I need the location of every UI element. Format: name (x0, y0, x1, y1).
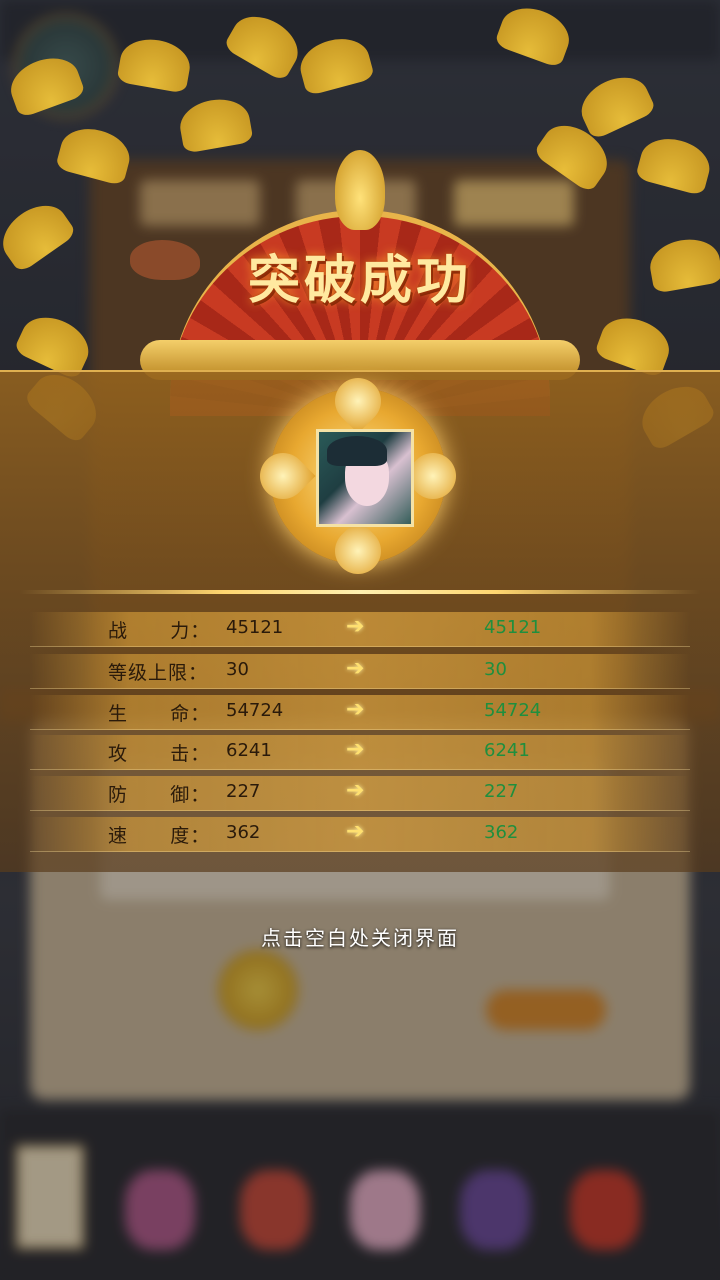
divider-glow (20, 590, 700, 594)
stat-new-value: 45121 (484, 617, 542, 638)
arrow-right-icon: ➔ (346, 656, 365, 681)
stat-label: 防 御： (108, 784, 211, 806)
stat-label: 生 命： (108, 703, 211, 725)
breakthrough-title: 突破成功 (247, 250, 472, 311)
stat-label: 攻 击： (108, 743, 211, 765)
close-hint: 点击空白处关闭界面 (261, 926, 459, 950)
arrow-right-icon: ➔ (346, 819, 365, 844)
arrow-right-icon: ➔ (346, 614, 365, 639)
stat-row: 战 力： 45121 ➔ 45121 (30, 612, 690, 647)
stat-old-value: 227 (226, 781, 261, 802)
stat-label: 等级上限： (108, 662, 209, 684)
stat-new-value: 6241 (484, 740, 530, 761)
stat-row: 等级上限： 30 ➔ 30 (30, 654, 690, 689)
hero-portrait (316, 429, 414, 527)
stat-row: 生 命： 54724 ➔ 54724 (30, 695, 690, 730)
stat-old-value: 54724 (226, 700, 284, 721)
stat-row: 防 御： 227 ➔ 227 (30, 776, 690, 811)
stat-row: 速 度： 362 ➔ 362 (30, 817, 690, 852)
arrow-right-icon: ➔ (346, 697, 365, 722)
stat-new-value: 227 (484, 781, 519, 802)
fan-ornament-icon (335, 150, 385, 230)
breakthrough-banner: 突破成功 (130, 150, 590, 416)
stat-old-value: 45121 (226, 617, 284, 638)
stat-new-value: 30 (484, 659, 507, 680)
stat-old-value: 6241 (226, 740, 272, 761)
stat-label: 速 度： (108, 825, 211, 847)
arrow-right-icon: ➔ (346, 778, 365, 803)
hero-hair (327, 436, 387, 466)
arrow-right-icon: ➔ (346, 737, 365, 762)
stat-old-value: 30 (226, 659, 249, 680)
stat-new-value: 362 (484, 822, 519, 843)
stat-old-value: 362 (226, 822, 261, 843)
stat-new-value: 54724 (484, 700, 542, 721)
stat-row: 攻 击： 6241 ➔ 6241 (30, 735, 690, 770)
stat-label: 战 力： (108, 620, 211, 642)
